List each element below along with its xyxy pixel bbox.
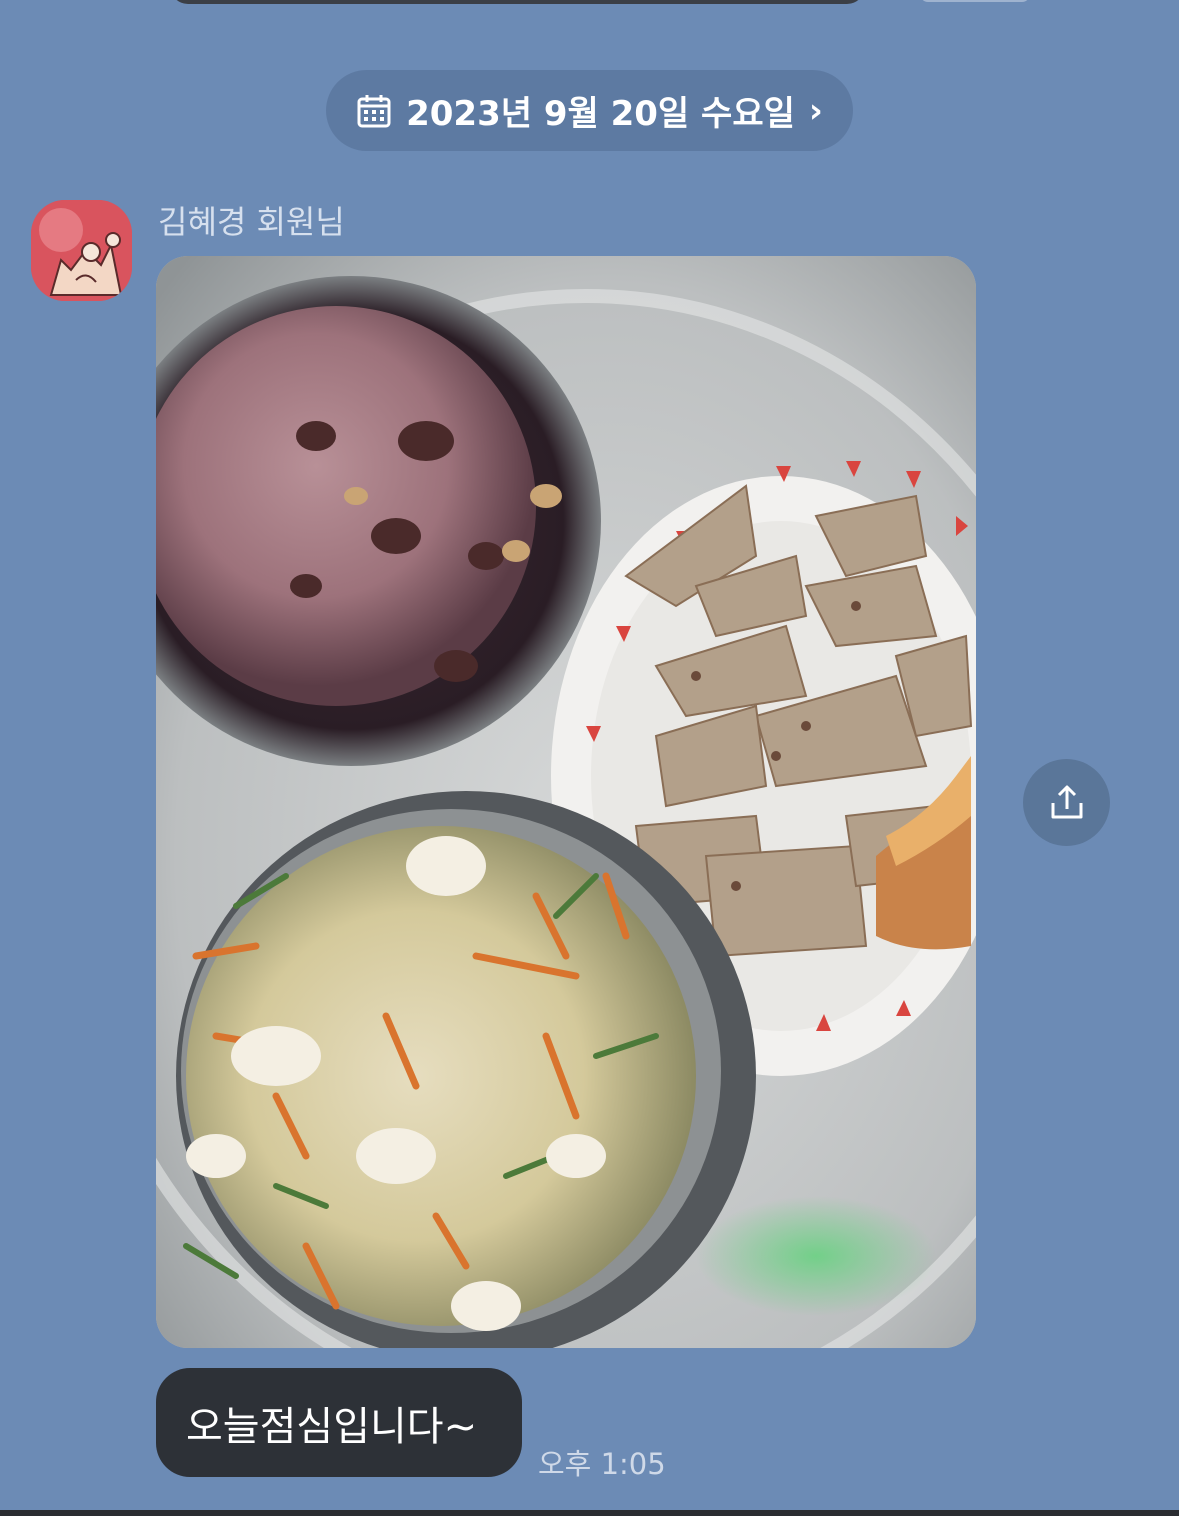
- avatar-illustration: [31, 200, 132, 301]
- message-bubble[interactable]: 오늘점심입니다~: [156, 1368, 522, 1477]
- previous-message-meta: [920, 0, 1030, 2]
- sender-name: 김혜경 회원님: [158, 203, 345, 241]
- share-icon: [1051, 785, 1082, 818]
- meal-photo[interactable]: [156, 256, 976, 1348]
- date-label: 2023년 9월 20일 수요일: [406, 94, 795, 134]
- message-time: 오후 1:05: [538, 1447, 666, 1481]
- calendar-icon: [357, 94, 391, 127]
- avatar[interactable]: [31, 200, 132, 301]
- previous-message-bubble: [170, 0, 865, 4]
- meal-photo-illustration: [156, 256, 976, 1348]
- date-divider[interactable]: 2023년 9월 20일 수요일 ›: [326, 70, 853, 151]
- bottom-bar: [0, 1510, 1179, 1516]
- message-text: 오늘점심입니다~: [186, 1403, 478, 1450]
- share-button[interactable]: [1023, 759, 1110, 846]
- chevron-right-icon: ›: [808, 90, 823, 131]
